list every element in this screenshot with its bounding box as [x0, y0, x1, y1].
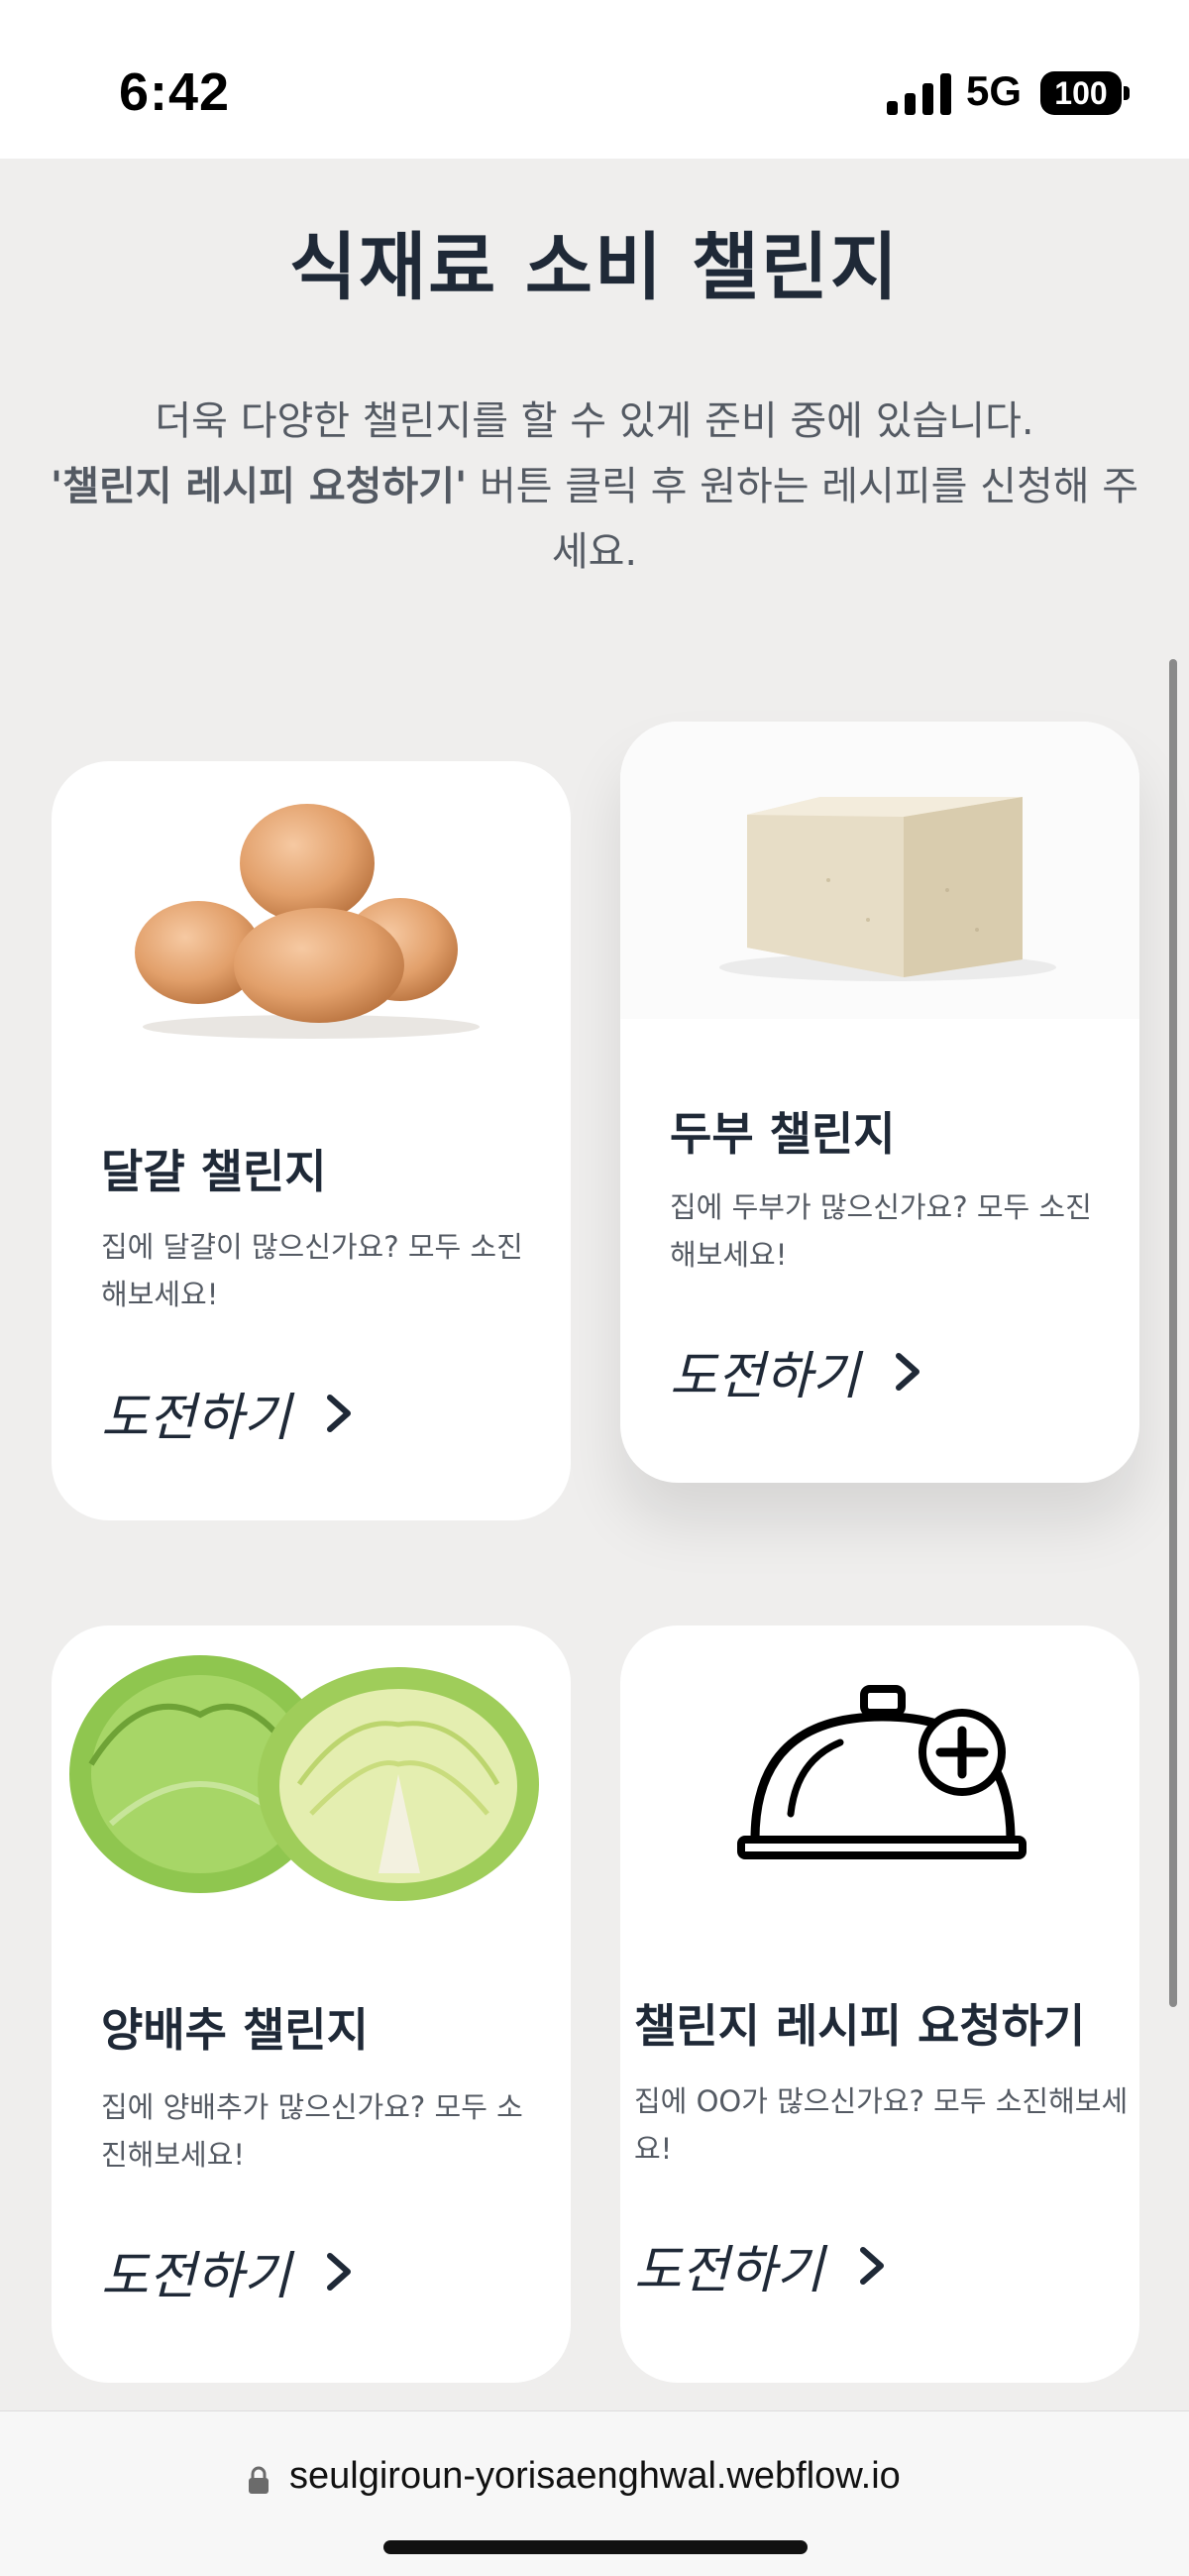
card-description: 집에 달걀이 많으신가요? 모두 소진해보세요! — [101, 1230, 523, 1311]
challenge-button-label: 도전하기 — [634, 2241, 824, 2300]
card-description: 집에 양배추가 많으신가요? 모두 소진해보세요! — [101, 2090, 523, 2172]
tofu-challenge-card[interactable]: 두부 챌린지 집에 두부가 많으신가요? 모두 소진해보세요! 도전하기 — [620, 722, 1139, 1483]
card-title: 챌린지 레시피 요청하기 — [634, 1999, 1086, 2053]
card-title: 두부 챌린지 — [670, 1107, 896, 1161]
url-text[interactable]: seulgiroun-yorisaenghwal.webflow.io — [289, 2455, 901, 2498]
status-time: 6:42 — [119, 62, 231, 122]
challenge-button[interactable]: 도전하기 — [670, 1334, 922, 1408]
browser-url-bar[interactable]: seulgiroun-yorisaenghwal.webflow.io — [0, 2410, 1189, 2576]
request-recipe-card[interactable]: 챌린지 레시피 요청하기 집에 OO가 많으신가요? 모두 소진해보세요! 도전… — [620, 1625, 1139, 2383]
chevron-right-icon — [327, 1394, 352, 1432]
cloche-plus-icon — [737, 1685, 1027, 1859]
cabbage-challenge-card[interactable]: 양배추 챌린지 집에 양배추가 많으신가요? 모두 소진해보세요! 도전하기 — [52, 1625, 571, 2383]
card-title: 양배추 챌린지 — [101, 2003, 369, 2057]
status-bar: 6:42 5G 100 — [0, 0, 1189, 159]
challenge-button[interactable]: 도전하기 — [101, 2234, 354, 2308]
intro-text: 더욱 다양한 챌린지를 할 수 있게 준비 중에 있습니다. '챌린지 레시피 … — [40, 389, 1149, 585]
intro-highlight: '챌린지 레시피 요청하기' — [50, 464, 468, 509]
network-type: 5G — [966, 67, 1023, 114]
scrollbar[interactable] — [1169, 659, 1177, 2007]
challenge-button[interactable]: 도전하기 — [101, 1376, 354, 1450]
lock-icon — [249, 2466, 269, 2494]
request-recipe-button[interactable]: 도전하기 — [634, 2228, 887, 2302]
challenge-button-label: 도전하기 — [101, 1389, 291, 1448]
chevron-right-icon — [896, 1352, 920, 1391]
cellular-signal-icon — [887, 73, 951, 115]
battery-level: 100 — [1054, 75, 1108, 111]
chevron-right-icon — [860, 2246, 885, 2285]
intro-line-1: 더욱 다양한 챌린지를 할 수 있게 준비 중에 있습니다. — [155, 398, 1034, 444]
home-indicator[interactable] — [383, 2540, 808, 2554]
eggs-image — [135, 804, 480, 1039]
tofu-image — [620, 722, 1139, 1019]
card-description: 집에 두부가 많으신가요? 모두 소진해보세요! — [670, 1190, 1092, 1272]
egg-challenge-card[interactable]: 달걀 챌린지 집에 달걀이 많으신가요? 모두 소진해보세요! 도전하기 — [52, 761, 571, 1520]
cabbage-image — [69, 1655, 539, 1901]
card-description: 집에 OO가 많으신가요? 모두 소진해보세요! — [634, 2084, 1129, 2166]
battery-icon: 100 — [1040, 71, 1130, 115]
challenge-button-label: 도전하기 — [670, 1347, 860, 1406]
card-title: 달걀 챌린지 — [101, 1145, 327, 1198]
challenge-button-label: 도전하기 — [101, 2247, 291, 2306]
page-title: 식재료 소비 챌린지 — [288, 225, 901, 310]
intro-rest: 버튼 클릭 후 원하는 레시피를 신청해 주세요. — [467, 464, 1139, 575]
intro-line-2: '챌린지 레시피 요청하기' 버튼 클릭 후 원하는 레시피를 신청해 주세요. — [40, 454, 1149, 585]
chevron-right-icon — [327, 2252, 352, 2291]
